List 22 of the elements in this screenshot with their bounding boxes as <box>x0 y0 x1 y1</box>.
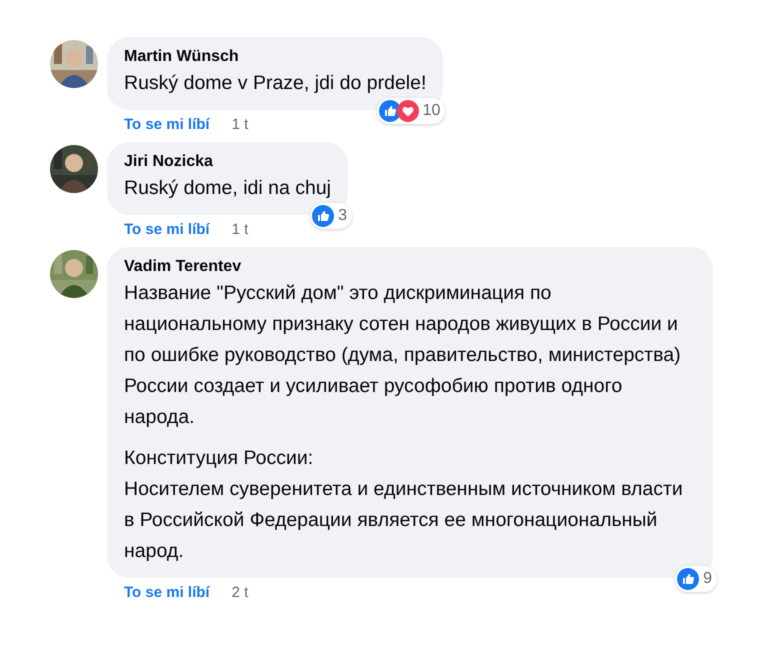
reaction-count: 3 <box>338 207 348 225</box>
reaction-badge[interactable]: 9 <box>675 566 717 592</box>
comment-text: Ruský dome v Praze, jdi do prdele! <box>124 71 426 96</box>
like-icon <box>312 205 334 227</box>
reaction-count: 9 <box>703 570 712 588</box>
comment-text: Конституция России: Носителем суверенитета и единственным источником власти в Российской Федерации является ее многонациональный народ. <box>124 446 684 564</box>
comment-time: 1 t <box>232 116 248 133</box>
reaction-count: 10 <box>422 102 440 120</box>
like-icon <box>677 568 700 590</box>
like-icon <box>378 100 401 122</box>
author-name: Martin Wünsch <box>124 47 240 67</box>
author-name: Vadim Terentev <box>124 257 242 277</box>
comment-text: Ruský dome, idi na chuj <box>124 176 332 201</box>
reaction-badge[interactable]: 10 <box>376 98 446 124</box>
like-link[interactable]: To se mi líbí <box>124 116 210 133</box>
comment-text: Название "Русский дом" это дискриминация по национальному признаку сотен народов живущих в России и по ошибке руководство (дума, правительство, министерства) России создает и усиливает русофобию против одного народа. <box>124 281 682 430</box>
author-name: Jiri Nozicka <box>124 152 214 172</box>
comment-time: 2 t <box>232 584 248 601</box>
comment-time: 1 t <box>232 221 248 238</box>
reaction-badge[interactable]: 3 <box>310 203 352 229</box>
like-link[interactable]: To se mi líbí <box>124 221 210 238</box>
like-link[interactable]: To se mi líbí <box>124 584 210 601</box>
